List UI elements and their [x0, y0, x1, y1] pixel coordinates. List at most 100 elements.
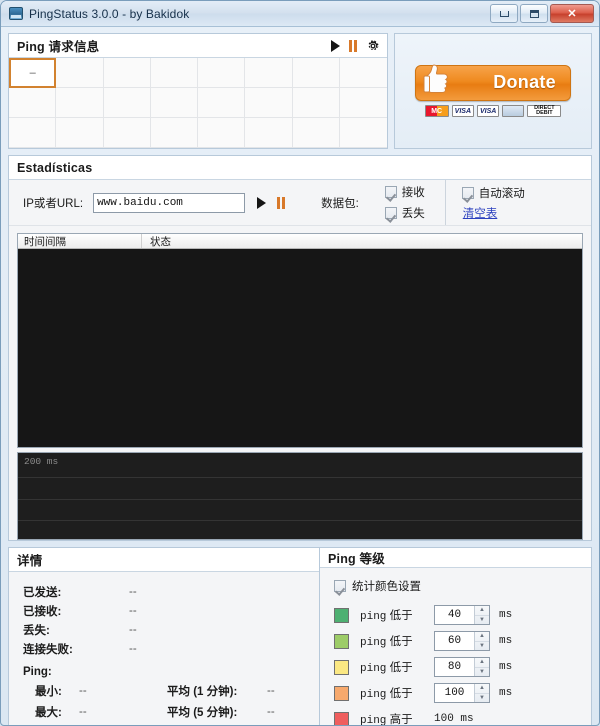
threshold-static-value: 100 ms	[434, 713, 474, 725]
threshold-value[interactable]: 40	[435, 606, 474, 624]
color-swatch[interactable]	[334, 686, 349, 701]
request-cell[interactable]	[198, 58, 245, 88]
request-cell[interactable]	[293, 58, 340, 88]
log-table-wrapper: 时间间隔 状态	[9, 226, 591, 448]
ping-request-header: Ping 请求信息	[9, 34, 387, 58]
latency-graph[interactable]: 200 ms	[17, 452, 583, 540]
close-button[interactable]: ✕	[550, 4, 594, 23]
stepper-up-icon[interactable]: ▲	[475, 684, 489, 694]
checkbox-enable-colors[interactable]: 统计颜色设置	[320, 578, 591, 602]
minimize-button[interactable]	[490, 4, 518, 23]
stepper-buttons[interactable]: ▲▼	[474, 684, 489, 702]
window-title: PingStatus 3.0.0 - by Bakidok	[29, 7, 189, 21]
details-panel: 详情 已发送: -- 已接收: -- 丢失: -- 连接失败: --	[8, 547, 320, 726]
ping-request-grid[interactable]: –	[9, 58, 387, 148]
stepper-up-icon[interactable]: ▲	[475, 632, 489, 642]
stepper-down-icon[interactable]: ▼	[475, 642, 489, 651]
ping-request-title: Ping 请求信息	[17, 36, 99, 55]
request-cell[interactable]	[151, 88, 198, 118]
gear-icon	[366, 39, 380, 53]
stepper-up-icon[interactable]: ▲	[475, 658, 489, 668]
checkbox-autoscroll[interactable]: 自动滚动	[462, 185, 525, 201]
checkbox-received[interactable]: 接收	[385, 184, 425, 200]
play-button[interactable]	[331, 40, 340, 52]
stepper-down-icon[interactable]: ▼	[475, 616, 489, 625]
request-cell[interactable]	[56, 118, 103, 148]
gridline	[18, 520, 582, 521]
color-swatch[interactable]	[334, 712, 349, 726]
request-cell[interactable]	[293, 118, 340, 148]
ping-subheading: Ping:	[9, 658, 319, 680]
ping-level-label: ping 低于	[360, 633, 434, 649]
pause-ping-button[interactable]	[277, 197, 285, 209]
clear-table-link[interactable]: 清空表	[463, 205, 525, 221]
checkbox-received-label: 接收	[402, 184, 425, 200]
stepper-buttons[interactable]: ▲▼	[474, 606, 489, 624]
request-cell[interactable]	[293, 88, 340, 118]
url-actions	[257, 197, 285, 209]
checkbox-lost[interactable]: 丢失	[385, 205, 425, 221]
visa-logo-2: VISA	[477, 105, 499, 117]
request-cell[interactable]	[151, 58, 198, 88]
request-cell[interactable]	[104, 88, 151, 118]
threshold-value[interactable]: 60	[435, 632, 474, 650]
donate-panel: Donate MC VISA VISA DIRECT DEBIT	[394, 33, 592, 149]
log-column-interval: 时间间隔	[18, 234, 142, 248]
threshold-stepper[interactable]: 100▲▼	[434, 683, 490, 703]
statistics-panel: Estadísticas IP或者URL: 数据包:	[8, 155, 592, 541]
stepper-up-icon[interactable]: ▲	[475, 606, 489, 616]
log-table-header: 时间间隔 状态	[18, 234, 582, 249]
threshold-stepper[interactable]: 60▲▼	[434, 631, 490, 651]
ping-level-label: ping 低于	[360, 685, 434, 701]
stepper-down-icon[interactable]: ▼	[475, 668, 489, 677]
request-cell[interactable]	[340, 88, 387, 118]
request-cell[interactable]	[151, 118, 198, 148]
window-buttons: ✕	[490, 4, 594, 23]
request-cell[interactable]	[340, 58, 387, 88]
request-cell[interactable]	[9, 88, 56, 118]
visa-logo-1: VISA	[452, 105, 474, 117]
unit-label: ms	[499, 635, 512, 647]
threshold-value[interactable]: 100	[435, 684, 474, 702]
donate-button[interactable]: Donate	[415, 65, 571, 101]
threshold-value[interactable]: 80	[435, 658, 474, 676]
request-cell[interactable]	[198, 88, 245, 118]
detail-value-max: --	[79, 706, 167, 718]
log-table-rows	[18, 249, 582, 447]
stepper-buttons[interactable]: ▲▼	[474, 658, 489, 676]
request-cell[interactable]	[245, 88, 292, 118]
request-cell[interactable]	[56, 88, 103, 118]
request-cell[interactable]	[104, 58, 151, 88]
request-cell[interactable]	[56, 58, 103, 88]
bottom-area: 详情 已发送: -- 已接收: -- 丢失: -- 连接失败: --	[8, 547, 592, 726]
stepper-down-icon[interactable]: ▼	[475, 694, 489, 703]
unit-label: ms	[499, 687, 512, 699]
settings-button[interactable]	[366, 39, 380, 53]
url-input[interactable]	[93, 193, 245, 213]
checkbox-autoscroll-label: 自动滚动	[479, 185, 525, 201]
details-title: 详情	[17, 550, 42, 569]
threshold-stepper[interactable]: 40▲▼	[434, 605, 490, 625]
request-cell[interactable]	[9, 118, 56, 148]
stepper-buttons[interactable]: ▲▼	[474, 632, 489, 650]
detail-label: 连接失败:	[23, 641, 129, 657]
request-cell-active[interactable]: –	[9, 58, 56, 88]
request-cell[interactable]	[198, 118, 245, 148]
start-ping-button[interactable]	[257, 197, 266, 209]
maximize-button[interactable]	[520, 4, 548, 23]
color-swatch[interactable]	[334, 608, 349, 623]
color-swatch[interactable]	[334, 660, 349, 675]
threshold-stepper[interactable]: 80▲▼	[434, 657, 490, 677]
mastercard-logo: MC	[425, 105, 449, 117]
log-column-status: 状态	[142, 234, 582, 248]
ping-level-row: ping 低于100▲▼ ms	[320, 680, 591, 706]
detail-label-min: 最小:	[35, 683, 79, 699]
request-cell[interactable]	[104, 118, 151, 148]
request-cell[interactable]	[340, 118, 387, 148]
request-cell[interactable]	[245, 118, 292, 148]
log-table[interactable]: 时间间隔 状态	[17, 233, 583, 448]
request-cell[interactable]	[245, 58, 292, 88]
pause-button[interactable]	[349, 40, 357, 52]
color-swatch[interactable]	[334, 634, 349, 649]
details-body: 已发送: -- 已接收: -- 丢失: -- 连接失败: -- Ping:	[9, 572, 319, 726]
